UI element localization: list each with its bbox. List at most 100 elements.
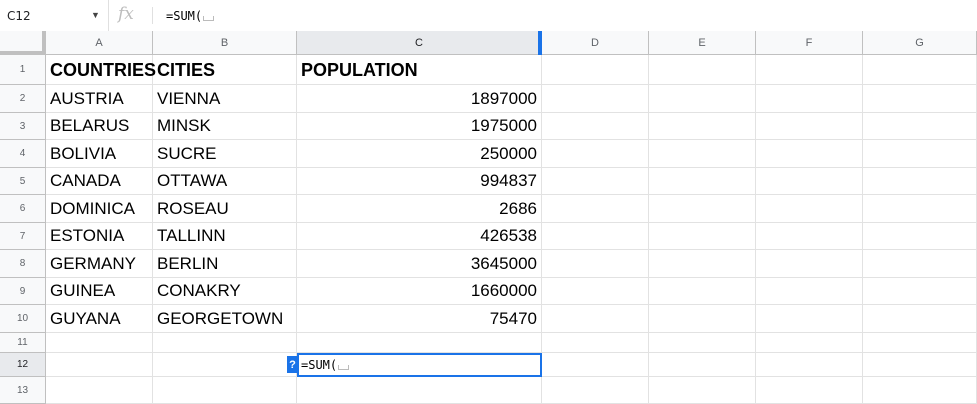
- data-cell[interactable]: TALLINN: [153, 223, 297, 250]
- cell[interactable]: [756, 113, 863, 140]
- data-cell[interactable]: BOLIVIA: [46, 140, 153, 168]
- data-cell[interactable]: 1897000: [297, 85, 542, 113]
- cell[interactable]: [863, 377, 977, 404]
- cell[interactable]: [756, 140, 863, 168]
- cell[interactable]: [649, 353, 756, 377]
- cell[interactable]: [542, 333, 649, 353]
- cell[interactable]: [542, 113, 649, 140]
- row-header-7[interactable]: 7: [0, 223, 46, 250]
- cell[interactable]: [863, 333, 977, 353]
- cell[interactable]: [756, 333, 863, 353]
- cell[interactable]: [542, 305, 649, 333]
- cell[interactable]: [756, 377, 863, 404]
- data-cell[interactable]: GEORGETOWN: [153, 305, 297, 333]
- data-cell[interactable]: 1660000: [297, 278, 542, 305]
- active-cell-editor[interactable]: =SUM(: [297, 353, 542, 377]
- cell[interactable]: [756, 195, 863, 223]
- data-cell[interactable]: 75470: [297, 305, 542, 333]
- data-cell[interactable]: 426538: [297, 223, 542, 250]
- column-header-f[interactable]: F: [756, 31, 863, 55]
- row-header-10[interactable]: 10: [0, 305, 46, 333]
- cell[interactable]: [863, 113, 977, 140]
- cell[interactable]: [863, 140, 977, 168]
- cell[interactable]: [649, 195, 756, 223]
- cell[interactable]: [649, 168, 756, 195]
- column-header-b[interactable]: B: [153, 31, 297, 55]
- cell[interactable]: [649, 85, 756, 113]
- cell[interactable]: [542, 140, 649, 168]
- data-cell[interactable]: SUCRE: [153, 140, 297, 168]
- cell[interactable]: [649, 140, 756, 168]
- cell[interactable]: [756, 168, 863, 195]
- data-cell[interactable]: AUSTRIA: [46, 85, 153, 113]
- row-header-3[interactable]: 3: [0, 113, 46, 140]
- cell[interactable]: [863, 223, 977, 250]
- cell[interactable]: [756, 223, 863, 250]
- cell[interactable]: [863, 168, 977, 195]
- select-all-corner[interactable]: [0, 31, 46, 55]
- row-header-5[interactable]: 5: [0, 168, 46, 195]
- cell[interactable]: [756, 85, 863, 113]
- data-cell[interactable]: CONAKRY: [153, 278, 297, 305]
- cell[interactable]: [756, 55, 863, 85]
- column-header-c[interactable]: C: [297, 31, 542, 55]
- row-header-9[interactable]: 9: [0, 278, 46, 305]
- row-header-11[interactable]: 11: [0, 333, 46, 353]
- chevron-down-icon[interactable]: ▼: [91, 10, 100, 20]
- data-cell[interactable]: OTTAWA: [153, 168, 297, 195]
- header-cell[interactable]: COUNTRIES: [46, 55, 156, 85]
- data-cell[interactable]: 3645000: [297, 250, 542, 278]
- row-header-13[interactable]: 13: [0, 377, 46, 404]
- cell[interactable]: [863, 305, 977, 333]
- row-header-6[interactable]: 6: [0, 195, 46, 223]
- data-cell[interactable]: 250000: [297, 140, 542, 168]
- cell[interactable]: [542, 250, 649, 278]
- column-header-a[interactable]: A: [46, 31, 153, 55]
- cell[interactable]: [542, 168, 649, 195]
- cell[interactable]: [863, 278, 977, 305]
- data-cell[interactable]: ESTONIA: [46, 223, 153, 250]
- column-header-d[interactable]: D: [542, 31, 649, 55]
- cell[interactable]: [542, 55, 649, 85]
- cell[interactable]: [297, 377, 542, 404]
- row-header-1[interactable]: 1: [0, 55, 46, 85]
- name-box[interactable]: C12 ▼: [0, 0, 109, 31]
- cell[interactable]: [756, 353, 863, 377]
- data-cell[interactable]: 2686: [297, 195, 542, 223]
- cell[interactable]: [863, 195, 977, 223]
- row-header-8[interactable]: 8: [0, 250, 46, 278]
- cell[interactable]: [649, 278, 756, 305]
- cell[interactable]: [46, 353, 153, 377]
- row-header-2[interactable]: 2: [0, 85, 46, 113]
- data-cell[interactable]: GUINEA: [46, 278, 153, 305]
- cell[interactable]: [756, 250, 863, 278]
- cell[interactable]: [649, 250, 756, 278]
- cell[interactable]: [297, 333, 542, 353]
- cell[interactable]: [863, 353, 977, 377]
- cell[interactable]: [649, 113, 756, 140]
- formula-input[interactable]: =SUM(: [166, 9, 215, 23]
- column-resize-handle[interactable]: [538, 31, 542, 55]
- cell[interactable]: [542, 195, 649, 223]
- cell[interactable]: [542, 278, 649, 305]
- cell[interactable]: [863, 85, 977, 113]
- data-cell[interactable]: GUYANA: [46, 305, 153, 333]
- cell[interactable]: [649, 305, 756, 333]
- cell[interactable]: [153, 333, 297, 353]
- row-header-12[interactable]: 12: [0, 353, 46, 377]
- cell[interactable]: [649, 377, 756, 404]
- cell[interactable]: [153, 377, 297, 404]
- header-cell[interactable]: CITIES: [153, 55, 297, 85]
- data-cell[interactable]: GERMANY: [46, 250, 153, 278]
- cell[interactable]: [542, 377, 649, 404]
- cell[interactable]: [649, 55, 756, 85]
- cell[interactable]: [153, 353, 297, 377]
- row-header-4[interactable]: 4: [0, 140, 46, 168]
- cell[interactable]: [649, 333, 756, 353]
- data-cell[interactable]: DOMINICA: [46, 195, 153, 223]
- cell[interactable]: [542, 85, 649, 113]
- data-cell[interactable]: 994837: [297, 168, 542, 195]
- data-cell[interactable]: ROSEAU: [153, 195, 297, 223]
- cell[interactable]: [756, 278, 863, 305]
- cell[interactable]: [863, 250, 977, 278]
